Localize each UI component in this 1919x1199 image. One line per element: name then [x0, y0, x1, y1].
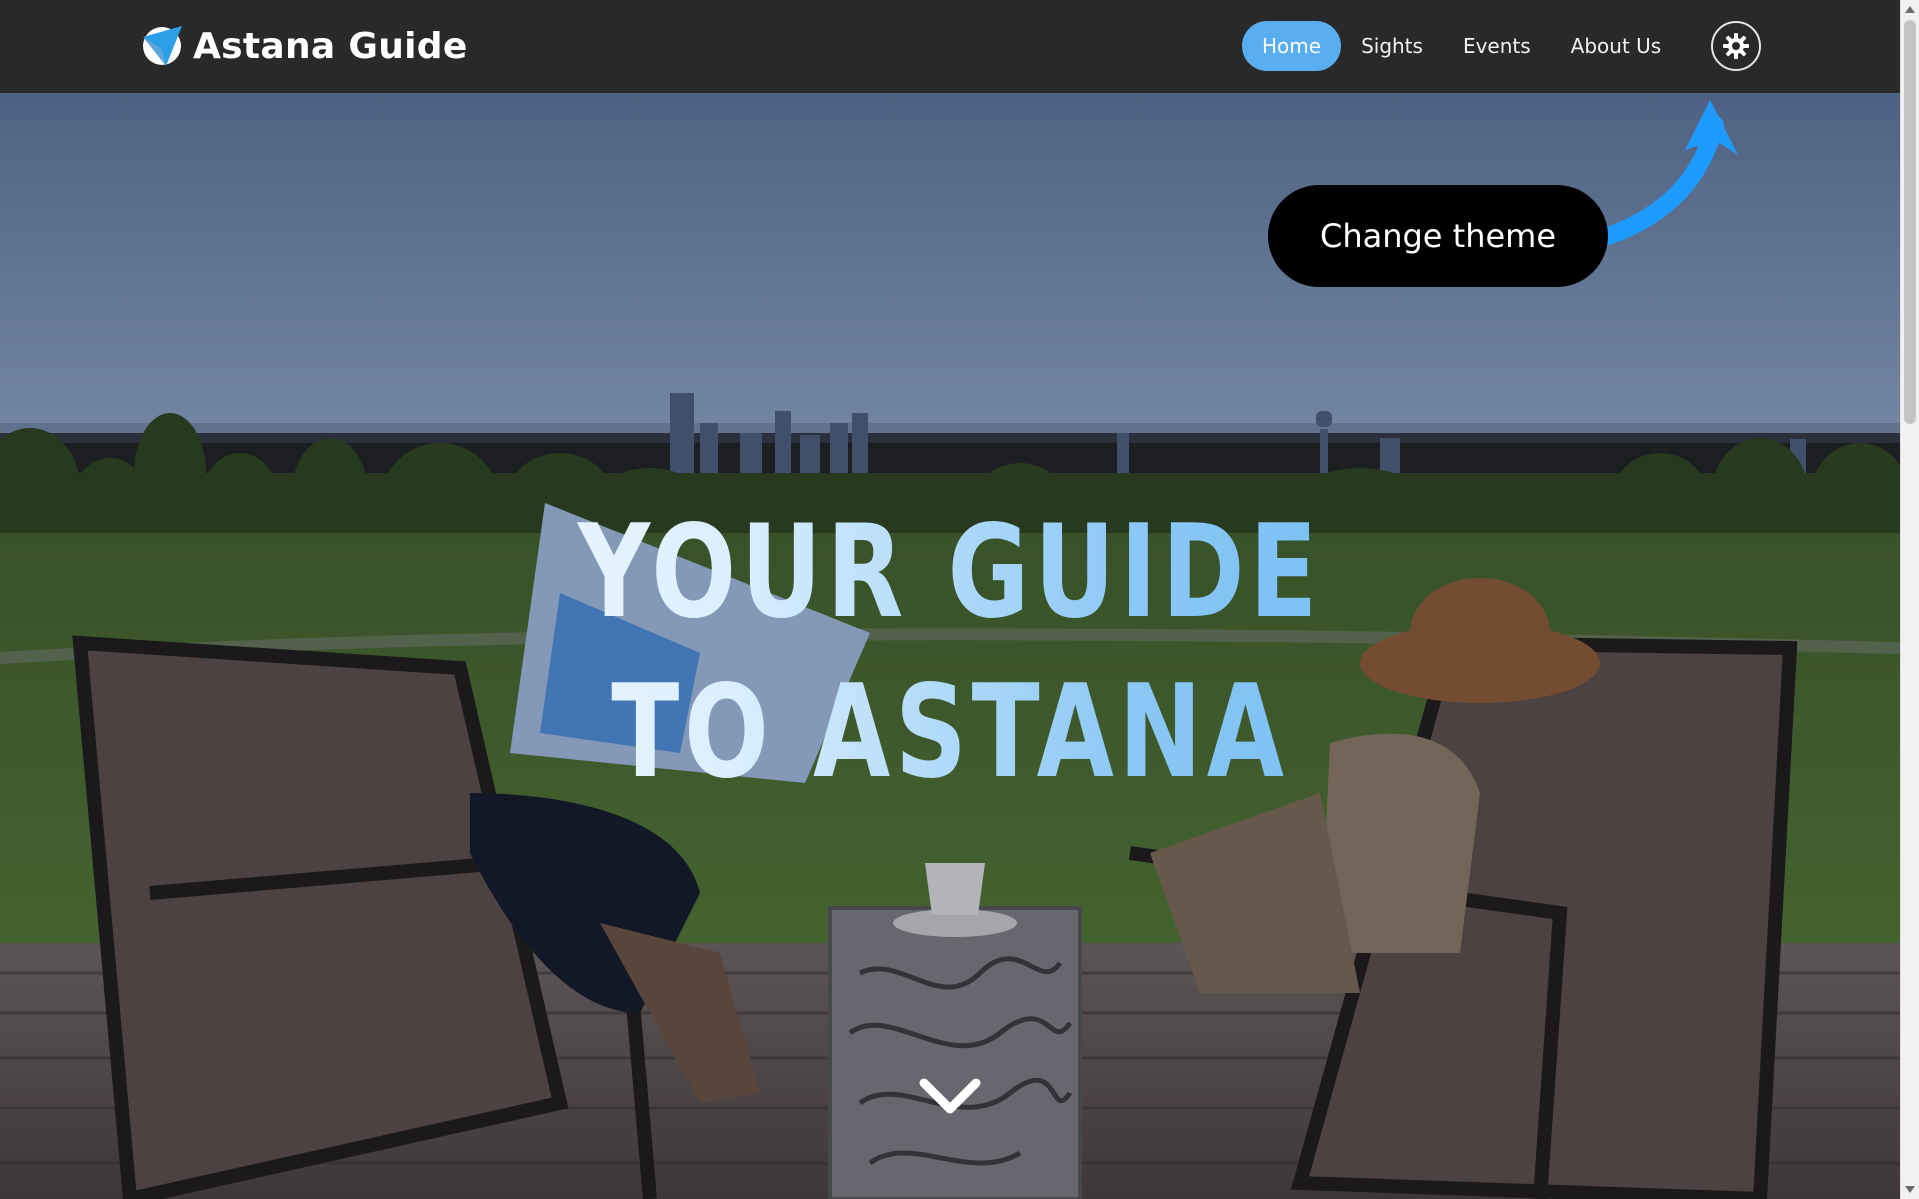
brand-name: Astana Guide	[193, 25, 468, 67]
sun-gear-icon	[1723, 33, 1749, 59]
brand-logo-link[interactable]: Astana Guide	[139, 22, 468, 70]
theme-toggle-button[interactable]	[1711, 21, 1761, 71]
scroll-up-arrow-icon[interactable]	[1905, 6, 1915, 13]
nav-events[interactable]: Events	[1443, 21, 1551, 71]
change-theme-tooltip: Change theme	[1268, 185, 1608, 287]
navbar: Astana Guide Home Sights Events About Us	[0, 0, 1900, 93]
chevron-down-icon	[919, 1078, 981, 1114]
hero-title-line-2: TO ASTANA	[611, 658, 1289, 807]
scrollbar-thumb[interactable]	[1904, 20, 1916, 424]
vertical-scrollbar[interactable]	[1900, 0, 1919, 1199]
nav-about-us[interactable]: About Us	[1551, 21, 1682, 71]
nav-home[interactable]: Home	[1242, 21, 1342, 71]
hero-title-line-1: YOUR GUIDE	[577, 498, 1323, 647]
hero-title: YOUR GUIDE TO ASTANA	[209, 493, 1691, 813]
scroll-down-arrow-icon[interactable]	[1905, 1186, 1915, 1193]
scroll-down-button[interactable]	[918, 1073, 982, 1121]
tooltip-arrow-icon	[1596, 100, 1738, 246]
hero-section: YOUR GUIDE TO ASTANA	[0, 93, 1900, 1199]
nav-sights[interactable]: Sights	[1341, 21, 1443, 71]
main-nav: Home Sights Events About Us	[1242, 21, 1681, 71]
paper-plane-icon	[143, 26, 182, 66]
